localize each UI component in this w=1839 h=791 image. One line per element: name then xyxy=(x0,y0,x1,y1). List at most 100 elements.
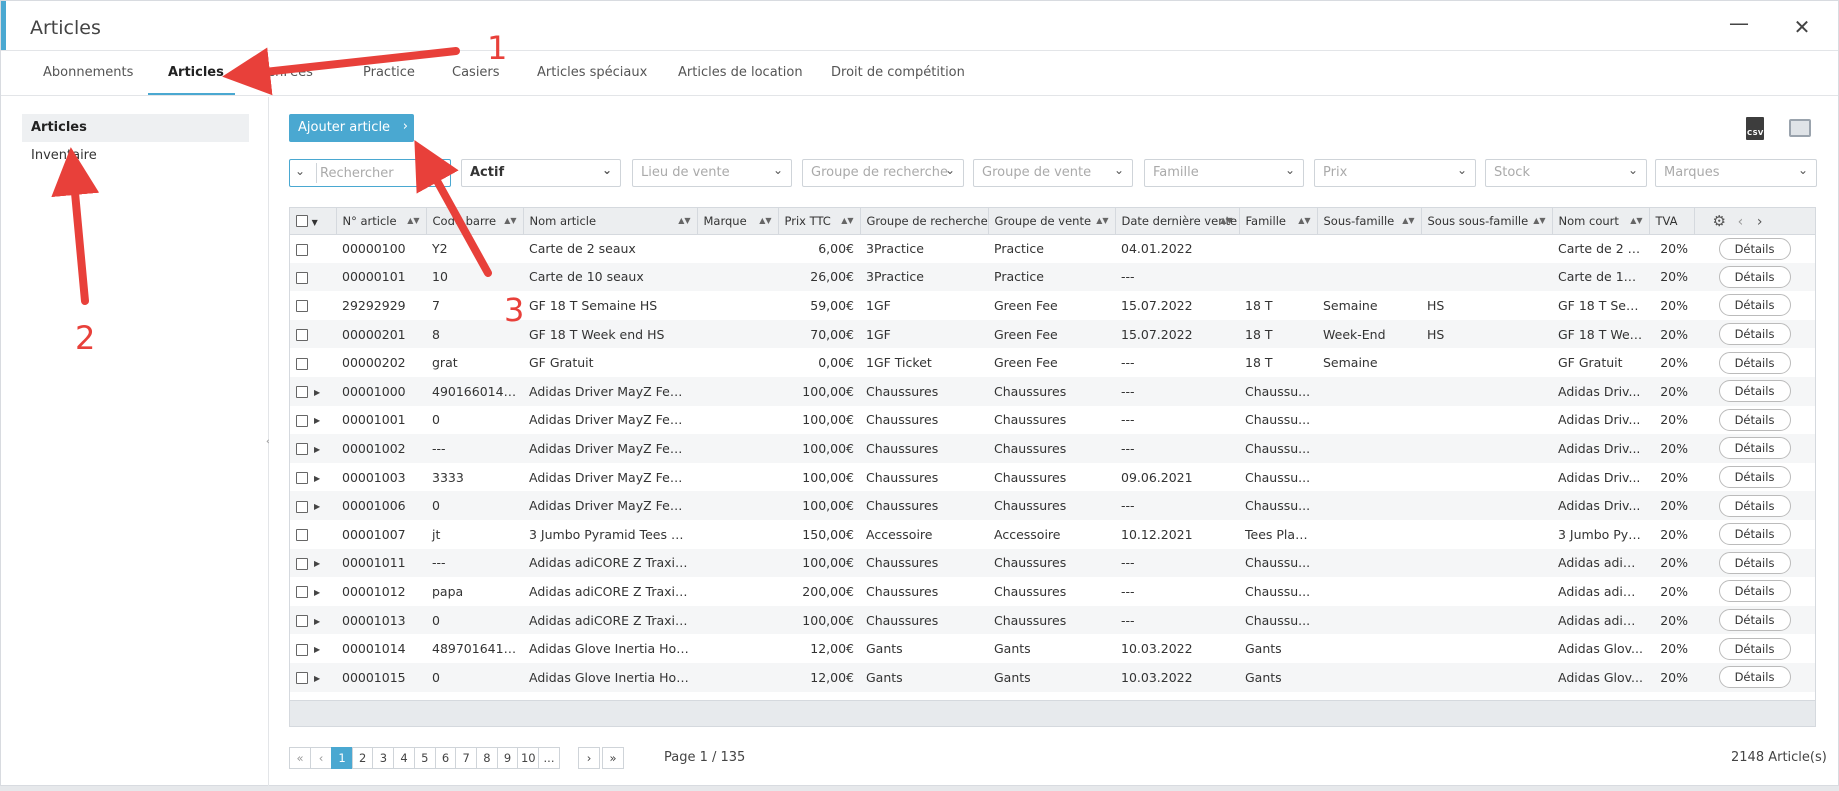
details-button[interactable]: Détails xyxy=(1718,323,1791,346)
table-row[interactable]: ▶ 00001001 0 Adidas Driver MayZ Fem... 100,0… xyxy=(290,406,1815,435)
row-checkbox[interactable] xyxy=(296,500,308,513)
expand-row-icon[interactable]: ▶ xyxy=(314,588,320,597)
next-page-button[interactable]: › xyxy=(578,747,600,769)
row-checkbox[interactable] xyxy=(296,329,308,342)
row-select-cell[interactable] xyxy=(290,348,336,377)
expand-row-icon[interactable]: ▶ xyxy=(314,474,320,483)
prev-page-button[interactable]: ‹ xyxy=(310,747,332,769)
page-button-3[interactable]: 3 xyxy=(372,747,395,769)
table-row[interactable]: ▶ 00001006 0 Adidas Driver MayZ Fem... 100,0… xyxy=(290,491,1815,520)
col-header-tva[interactable]: TVA xyxy=(1649,208,1695,235)
sidebar-item-inventaire[interactable]: Inventaire xyxy=(22,142,249,170)
expand-row-icon[interactable]: ▶ xyxy=(314,502,320,511)
expand-row-icon[interactable]: ▶ xyxy=(314,674,320,683)
last-page-button[interactable]: » xyxy=(602,747,624,769)
row-select-cell[interactable]: ▶ xyxy=(290,491,336,520)
tab-articles-speciaux[interactable]: Articles spéciaux xyxy=(537,65,647,80)
details-button[interactable]: Détails xyxy=(1718,351,1791,374)
col-header-nom[interactable]: Nom article ▲▼ xyxy=(523,208,698,235)
row-select-cell[interactable]: ▶ xyxy=(290,605,336,635)
row-select-cell[interactable]: ▶ xyxy=(290,463,336,492)
row-checkbox[interactable] xyxy=(296,672,308,685)
page-button-8[interactable]: 8 xyxy=(475,747,498,769)
details-button[interactable]: Détails xyxy=(1718,609,1791,632)
row-checkbox[interactable] xyxy=(296,243,308,256)
col-header-prix[interactable]: Prix TTC ▲▼ xyxy=(778,208,861,235)
details-button[interactable]: Détails xyxy=(1718,437,1791,460)
search-input[interactable] xyxy=(320,163,445,183)
table-row[interactable]: 00001007 jt 3 Jumbo Pyramid Tees Ma... 150,… xyxy=(290,520,1815,549)
details-button[interactable]: Détails xyxy=(1718,637,1791,660)
row-select-cell[interactable]: ▶ xyxy=(290,577,336,606)
details-button[interactable]: Détails xyxy=(1718,580,1791,603)
expand-row-icon[interactable]: ▶ xyxy=(314,388,320,397)
details-button[interactable]: Détails xyxy=(1718,237,1791,260)
page-button-7[interactable]: 7 xyxy=(455,747,478,769)
expand-row-icon[interactable]: ▶ xyxy=(314,445,320,454)
row-select-cell[interactable]: ▶ xyxy=(290,662,336,692)
page-button-4[interactable]: 4 xyxy=(393,747,416,769)
details-button[interactable]: Détails xyxy=(1718,408,1791,431)
scroll-left-icon[interactable]: ‹ xyxy=(1738,214,1744,230)
status-filter[interactable]: Actif ⌄ xyxy=(461,159,621,187)
row-checkbox[interactable] xyxy=(296,643,308,656)
tab-practice[interactable]: Practice xyxy=(363,65,415,80)
scroll-right-icon[interactable]: › xyxy=(1757,214,1763,230)
details-button[interactable]: Détails xyxy=(1718,494,1791,517)
details-button[interactable]: Détails xyxy=(1718,380,1791,403)
col-header-date[interactable]: Date dernière vente ▲▼ xyxy=(1115,208,1240,235)
select-all-checkbox[interactable] xyxy=(296,215,308,228)
prix-filter[interactable]: Prix ⌄ xyxy=(1314,159,1476,187)
table-row[interactable]: ▶ 00001014 4897016415... Adidas Glove Inert… xyxy=(290,634,1815,663)
tab-articles[interactable]: Articles xyxy=(168,65,224,80)
row-select-cell[interactable] xyxy=(290,319,336,349)
tab-greenfees[interactable]: GreenFees xyxy=(244,65,313,80)
expand-row-icon[interactable]: ▶ xyxy=(314,617,320,626)
tab-articles-de-location[interactable]: Articles de location xyxy=(678,65,803,80)
sidebar-item-articles[interactable]: Articles xyxy=(22,114,249,142)
table-row[interactable]: 00000202 grat GF Gratuit 0,00€ 1GF Ticket Gre… xyxy=(290,348,1815,377)
row-checkbox[interactable] xyxy=(296,386,308,399)
table-row[interactable]: 00000101 10 Carte de 10 seaux 26,00€ 3Practi… xyxy=(290,262,1815,292)
col-header-groupe-vente[interactable]: Groupe de vente ▲▼ xyxy=(988,208,1116,235)
row-checkbox[interactable] xyxy=(296,557,308,570)
row-checkbox[interactable] xyxy=(296,414,308,427)
col-header-groupe-recherche[interactable]: Groupe de recherche xyxy=(860,208,989,235)
page-button-10[interactable]: 10 xyxy=(517,747,540,769)
row-checkbox[interactable] xyxy=(296,586,308,599)
col-header-code[interactable]: Code barre ▲▼ xyxy=(426,208,524,235)
row-checkbox[interactable] xyxy=(296,472,308,485)
expand-row-icon[interactable]: ▶ xyxy=(314,645,320,654)
row-select-cell[interactable]: ▶ xyxy=(290,434,336,463)
table-row[interactable]: ▶ 00001000 4901660143... Adidas Driver MayZ… xyxy=(290,376,1815,406)
row-checkbox[interactable] xyxy=(296,271,308,284)
gear-icon[interactable]: ⚙ xyxy=(1713,212,1726,230)
search-mode-chevron-icon[interactable]: ⌄ xyxy=(295,164,305,178)
sidebar-collapse-icon[interactable]: ‹ xyxy=(266,437,270,447)
row-checkbox[interactable] xyxy=(296,615,308,628)
lieu-de-vente-filter[interactable]: Lieu de vente ⌄ xyxy=(632,159,792,187)
row-checkbox[interactable] xyxy=(296,529,308,542)
page-button-6[interactable]: 6 xyxy=(434,747,457,769)
details-button[interactable]: Détails xyxy=(1718,265,1791,288)
add-article-button[interactable]: Ajouter article › xyxy=(289,114,414,142)
details-button[interactable]: Détails xyxy=(1718,523,1791,546)
row-checkbox[interactable] xyxy=(296,300,308,313)
table-row[interactable]: ▶ 00001015 0 Adidas Glove Inertia Hom... 12,… xyxy=(290,662,1815,692)
details-button[interactable]: Détails xyxy=(1718,466,1791,489)
page-button-9[interactable]: 9 xyxy=(496,747,519,769)
page-button-1[interactable]: 1 xyxy=(331,747,353,769)
col-header-sous-sous-famille[interactable]: Sous sous-famille ▲▼ xyxy=(1421,208,1553,235)
select-menu-chevron-icon[interactable]: ▼ xyxy=(312,218,318,227)
tab-casiers[interactable]: Casiers xyxy=(452,65,500,80)
first-page-button[interactable]: « xyxy=(289,747,311,769)
printer-icon[interactable] xyxy=(1789,119,1811,137)
table-row[interactable]: ▶ 00001012 papa Adidas adiCORE Z Traxion...… xyxy=(290,577,1815,606)
table-row[interactable]: 00000100 Y2 Carte de 2 seaux 6,00€ 3Practice… xyxy=(290,234,1815,263)
close-icon[interactable]: ✕ xyxy=(1791,15,1813,39)
details-button[interactable]: Détails xyxy=(1718,294,1791,317)
groupe-de-recherche-filter[interactable]: Groupe de recherche ⌄ xyxy=(802,159,964,187)
row-select-cell[interactable]: ▶ xyxy=(290,548,336,578)
col-header-sous-famille[interactable]: Sous-famille ▲▼ xyxy=(1317,208,1422,235)
tab-droit-de-competition[interactable]: Droit de compétition xyxy=(831,65,965,80)
